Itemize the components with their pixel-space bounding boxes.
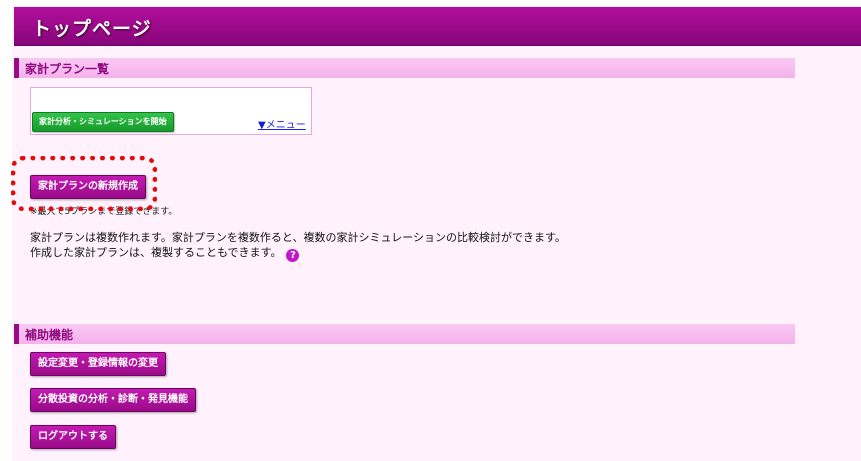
top-header: トップページ [14, 7, 861, 46]
highlight-outline [11, 156, 157, 211]
logout-button[interactable]: ログアウトする [30, 425, 116, 449]
settings-change-button[interactable]: 設定変更・登録情報の変更 [30, 352, 166, 376]
diversified-investment-button[interactable]: 分散投資の分析・診断・発見機能 [30, 388, 196, 412]
start-analysis-button[interactable]: 家計分析・シミュレーションを開始 [32, 112, 174, 132]
help-icon[interactable]: ? [286, 249, 300, 262]
description-line-2: 作成した家計プランは、複製することもできます。 [30, 246, 282, 259]
description-line-1: 家計プランは複数作れます。家計プランを複数作ると、複数の家計シミュレーションの比… [30, 231, 566, 244]
description-line-2-row: 作成した家計プランは、複製することもできます。? [30, 244, 300, 262]
plan-section-header: 家計プラン一覧 [14, 58, 795, 78]
plan-list-box: 家計分析・シミュレーションを開始 ▼メニュー [30, 87, 312, 135]
menu-link[interactable]: ▼メニュー [258, 116, 306, 131]
page-title: トップページ [32, 18, 152, 40]
aux-section-title: 補助機能 [25, 328, 74, 342]
plan-section-title: 家計プラン一覧 [25, 62, 110, 76]
aux-section-header: 補助機能 [14, 324, 795, 344]
